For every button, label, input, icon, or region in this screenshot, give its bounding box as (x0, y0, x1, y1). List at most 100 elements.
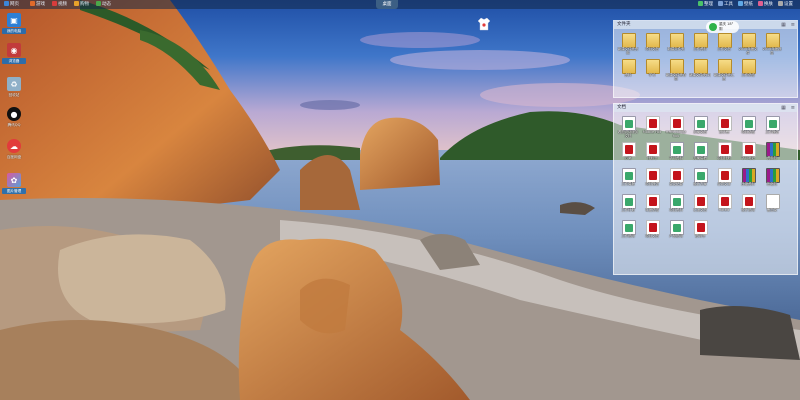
document-item[interactable]: 设计方案 (689, 166, 711, 192)
document-item[interactable]: 说明书 (689, 218, 711, 244)
document-item[interactable]: 项目资料 (665, 192, 687, 218)
document-item[interactable]: 学习笔记 (737, 140, 759, 166)
topbar-item-organize[interactable]: 整理 (698, 0, 713, 9)
document-item-label: Hotels (718, 208, 730, 212)
topbar-item-tools[interactable]: 工具 (718, 0, 733, 9)
topbar-item-settings[interactable]: 设置 (778, 0, 793, 9)
folder-item[interactable]: 2015年度报告 (761, 31, 783, 57)
folder-item[interactable]: 工作资料 (689, 31, 711, 57)
fence-menu-icon[interactable]: ≡ (791, 22, 795, 28)
rar-file-icon (742, 168, 756, 183)
qq-penguin-icon: ● (7, 107, 21, 121)
document-item-label: 计划书 (646, 156, 658, 160)
document-item[interactable]: Hello Hangzhou (665, 114, 687, 140)
pdf-file-icon (622, 142, 636, 157)
document-item[interactable]: 压缩包 (761, 166, 783, 192)
fence-folders[interactable]: 文件夹 ▦ ≡ 新建文件夹资料 项目文档 新建文件夹 工作资料 工作文档 2015年度文件 2… (613, 20, 798, 98)
document-item[interactable]: 项目报告 (641, 166, 663, 192)
desktop-icon-recycle-bin[interactable]: ♻ 回收站 (2, 76, 26, 100)
topbar-item-web[interactable]: 网页 (4, 0, 19, 9)
folder-item-label: 新建文件夹 (667, 47, 685, 51)
folder-item[interactable]: 2015年度文件 (737, 31, 759, 57)
document-item[interactable]: 会议纪要 (665, 166, 687, 192)
document-item[interactable]: 工作报告 (761, 114, 783, 140)
folder-item[interactable]: 新建文件夹(2) (689, 57, 711, 83)
browser-icon: ◉ (7, 43, 21, 57)
document-item[interactable]: 汇报文档 (689, 192, 711, 218)
document-item[interactable]: 项目文档 (641, 218, 663, 244)
folder-item-label: 新建文件夹合同 (665, 73, 687, 81)
document-item-label: 年度总结 (645, 208, 659, 212)
document-item[interactable]: 项目总结 (737, 114, 759, 140)
document-item[interactable]: 年度总结 (641, 192, 663, 218)
folder-item[interactable]: 新建文件夹合同 (665, 57, 687, 83)
folder-item[interactable]: 学习 (641, 57, 663, 83)
document-item[interactable]: 设计说明 (737, 192, 759, 218)
folder-item[interactable]: 工作文档 (713, 31, 735, 57)
document-item[interactable]: 合同文本 (713, 166, 735, 192)
folder-item-label: 工作总结 (741, 73, 755, 77)
document-item[interactable]: 工作周报 (617, 166, 639, 192)
docx-file-icon (670, 194, 684, 209)
document-item[interactable]: Mobile Hot (641, 114, 663, 140)
topbar-desktop-tab[interactable]: 桌面 (376, 0, 398, 9)
document-item[interactable]: 设计稿 (713, 114, 735, 140)
folder-item[interactable]: 新建文件夹汇总 (713, 57, 735, 83)
document-item-label: 项目报告 (645, 182, 659, 186)
gear-icon (778, 1, 783, 6)
folder-file-icon (646, 33, 660, 48)
document-item[interactable]: 工作计划 (617, 192, 639, 218)
topbar-item-shopping[interactable]: 购物 (74, 0, 89, 9)
folder-item[interactable]: 资料 (617, 57, 639, 83)
document-item[interactable]: 资料包 (761, 140, 783, 166)
weather-widget[interactable]: 重庆 18° 阴 (706, 21, 739, 33)
document-item[interactable]: 项目计划 (713, 140, 735, 166)
desktop-icon-qq[interactable]: ● 腾讯QQ (2, 106, 26, 130)
document-item[interactable]: 备忘录 (761, 192, 783, 218)
topbar-item-wallpaper[interactable]: 壁纸 (738, 0, 753, 9)
folder-item[interactable]: 工作总结 (737, 57, 759, 83)
folder-item-label: 2015年度文件 (738, 47, 758, 55)
folder-item[interactable]: 新建文件夹资料 (617, 31, 639, 57)
cloud-drive-icon: ☁ (7, 139, 21, 153)
pdf-file-icon (718, 142, 732, 157)
topbar-item-feed[interactable]: 动态 (96, 0, 111, 9)
folder-item[interactable]: 新建文件夹 (665, 31, 687, 57)
computer-icon: ▣ (7, 13, 21, 27)
fence-documents[interactable]: 文档 ▦ ≡ 看图说话服务文档 Mobile Hot Hello Hangzhou 方案… (613, 103, 798, 275)
fence-menu-icon[interactable]: ≡ (791, 105, 795, 111)
rar-file-icon (766, 168, 780, 183)
desktop-icon-cloud-drive[interactable]: ☁ 百度网盘 (2, 138, 26, 162)
desktop-icon-computer[interactable]: ▣ 我的电脑 (2, 12, 26, 36)
document-item-label: 会议纪要 (669, 182, 683, 186)
folder-item[interactable]: 项目文档 (641, 31, 663, 57)
document-item[interactable]: 学习资料 (665, 140, 687, 166)
folder-file-icon (646, 59, 660, 74)
photo-icon: ✿ (7, 173, 21, 187)
fence-grid-icon[interactable]: ▦ (781, 22, 786, 28)
document-item[interactable]: 工作说明 (617, 218, 639, 244)
topbar-item-skin[interactable]: 换肤 (758, 0, 773, 9)
document-item-label: 项目计划 (717, 156, 731, 160)
folder-item-label: 项目文档 (645, 47, 659, 51)
weather-icon (709, 23, 717, 31)
document-item[interactable]: 压缩资料 (737, 166, 759, 192)
desktop-icon-photo[interactable]: ✿ 图片管理 (2, 172, 26, 196)
topbar-item-games[interactable]: 游戏 (30, 0, 45, 9)
document-item[interactable]: 产品说明 (665, 218, 687, 244)
document-item[interactable]: 看图说话服务文档 (617, 114, 639, 140)
document-item[interactable]: 方案 (617, 140, 639, 166)
folder-file-icon (742, 33, 756, 48)
folder-file-icon (742, 59, 756, 74)
fence-grid-icon[interactable]: ▦ (781, 105, 786, 111)
document-item-label: 资料包 (766, 156, 778, 160)
topbar-item-video[interactable]: 视频 (52, 0, 67, 9)
document-item[interactable]: 方案文档 (689, 114, 711, 140)
tshirt-icon[interactable] (478, 17, 490, 31)
pdf-file-icon (670, 116, 684, 131)
document-item[interactable]: Hotels (713, 192, 735, 218)
document-item[interactable]: 方案讲稿 (689, 140, 711, 166)
desktop-icon-browser[interactable]: ◉ 浏览器 (2, 42, 26, 66)
document-item[interactable]: 计划书 (641, 140, 663, 166)
pdf-file-icon (670, 168, 684, 183)
